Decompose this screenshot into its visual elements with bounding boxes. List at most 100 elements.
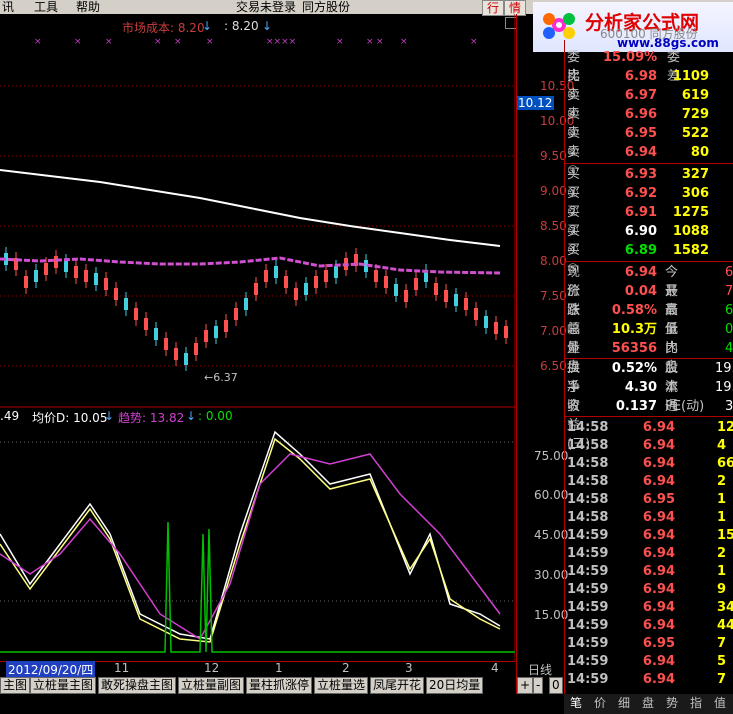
ask-price: 6.95 bbox=[624, 126, 657, 141]
ask-volume: 1109 bbox=[672, 69, 709, 84]
tab-zero-button[interactable]: 0 bbox=[549, 677, 563, 694]
trade-price: 6.94 bbox=[642, 438, 675, 453]
tab-liangzhu[interactable]: 量柱抓涨停 bbox=[246, 677, 313, 694]
trade-price: 6.94 bbox=[642, 618, 675, 633]
menu-item-tools[interactable]: 工具 bbox=[34, 0, 58, 14]
right-tab-detail[interactable]: 细 bbox=[618, 695, 630, 712]
y-label-4: 9.00 bbox=[540, 184, 567, 198]
x-tick-1: 11 bbox=[114, 661, 130, 675]
quote-value-2: 6 bbox=[725, 303, 733, 318]
right-tab-value[interactable]: 值 bbox=[714, 695, 726, 712]
stock-title: 同方股份 bbox=[302, 0, 351, 14]
bid-price: 6.89 bbox=[624, 243, 657, 258]
trade-time: 14:59 bbox=[567, 636, 609, 651]
trade-price: 6.94 bbox=[642, 420, 675, 435]
trade-volume: 1 bbox=[717, 510, 727, 525]
kline-chart[interactable]: × × × × × × ×××× × × × × × ←6.37 bbox=[0, 14, 515, 662]
trade-time: 14:59 bbox=[567, 618, 609, 633]
tab-main[interactable]: 主图 bbox=[0, 677, 31, 694]
svg-text:×: × bbox=[174, 37, 182, 47]
quote-value-2: 19. bbox=[715, 361, 733, 376]
current-price-tag: 10.12 bbox=[516, 96, 555, 110]
trade-price: 6.94 bbox=[642, 582, 675, 597]
right-tab-trend[interactable]: 势 bbox=[666, 695, 678, 712]
tab-lizhuang-main[interactable]: 立桩量主图 bbox=[30, 677, 97, 694]
menu-item-help[interactable]: 帮助 bbox=[76, 0, 100, 14]
ask-price: 6.94 bbox=[624, 145, 657, 160]
trade-status: 交易未登录 bbox=[236, 0, 297, 14]
trade-time: 14:58 bbox=[567, 510, 609, 525]
tab-fengwei[interactable]: 凤尾开花 bbox=[370, 677, 425, 694]
trade-volume: 66 bbox=[717, 456, 733, 471]
divider bbox=[564, 416, 733, 417]
ask-volume: 522 bbox=[681, 126, 709, 141]
quote-value: 0.58% bbox=[611, 303, 657, 318]
quote-value-2: 3 bbox=[725, 399, 733, 414]
ask-price: 6.97 bbox=[624, 88, 657, 103]
bid-price: 6.90 bbox=[624, 224, 657, 239]
header-value: 15.09% bbox=[603, 50, 658, 65]
svg-text:×: × bbox=[376, 37, 384, 47]
trade-price: 6.95 bbox=[642, 636, 675, 651]
bid-price: 6.92 bbox=[624, 186, 657, 201]
right-tab-price[interactable]: 价 bbox=[594, 695, 606, 712]
trade-volume: 15 bbox=[717, 528, 733, 543]
period-label[interactable]: 日线 bbox=[528, 661, 552, 678]
trade-volume: 2 bbox=[717, 474, 727, 489]
tab-lizhuang-sub[interactable]: 立桩量副图 bbox=[178, 677, 245, 694]
quote-value: 0.137 bbox=[615, 399, 657, 414]
trade-time: 14:59 bbox=[567, 672, 609, 687]
divider bbox=[564, 163, 733, 164]
trade-time: 14:59 bbox=[567, 546, 609, 561]
trade-price: 6.94 bbox=[642, 564, 675, 579]
bid-volume: 1088 bbox=[672, 224, 709, 239]
right-tab-index[interactable]: 指 bbox=[690, 695, 702, 712]
bid-volume: 327 bbox=[681, 167, 709, 182]
quote-key-2: PE(动) bbox=[665, 399, 705, 414]
x-tick-2: 12 bbox=[204, 661, 220, 675]
right-tab-trades[interactable]: 笔 bbox=[570, 695, 582, 712]
quote-value-2: 46 bbox=[725, 341, 733, 356]
bid-volume: 306 bbox=[681, 186, 709, 201]
trade-volume: 7 bbox=[717, 672, 727, 687]
quote-value: 56356 bbox=[611, 341, 657, 356]
ask-volume: 729 bbox=[681, 107, 709, 122]
trade-volume: 1 bbox=[717, 564, 727, 579]
trade-volume: 9 bbox=[717, 582, 727, 597]
trade-volume: 2 bbox=[717, 546, 727, 561]
tab-gansi-main[interactable]: 敢死操盘主图 bbox=[98, 677, 177, 694]
tab-lizhuang-select[interactable]: 立桩量选 bbox=[314, 677, 369, 694]
y-label-6: 8.00 bbox=[540, 254, 567, 268]
panel-divider bbox=[516, 14, 517, 694]
trade-time: 14:58 bbox=[567, 420, 609, 435]
low-price-marker: ←6.37 bbox=[204, 371, 238, 384]
bid-volume: 1582 bbox=[672, 243, 709, 258]
trade-time: 14:58 bbox=[567, 456, 609, 471]
svg-text:×: × bbox=[34, 37, 42, 47]
trade-time: 14:59 bbox=[567, 564, 609, 579]
tab-minus-button[interactable]: - bbox=[533, 677, 544, 694]
right-tab-book[interactable]: 盘 bbox=[642, 695, 654, 712]
x-tick-5: 3 bbox=[405, 661, 413, 675]
bid-price: 6.93 bbox=[624, 167, 657, 182]
tab-20day-vol[interactable]: 20日均量 bbox=[426, 677, 484, 694]
x-tick-4: 2 bbox=[342, 661, 350, 675]
quote-value-2: 6 bbox=[725, 265, 733, 280]
trade-volume: 1 bbox=[717, 492, 727, 507]
tab-plus-button[interactable]: + bbox=[517, 677, 534, 694]
bid-volume: 1275 bbox=[672, 205, 709, 220]
quote-value-2: 7 bbox=[725, 284, 733, 299]
logo-flower-icon bbox=[543, 13, 575, 39]
ask-volume: 619 bbox=[681, 88, 709, 103]
trade-price: 6.94 bbox=[642, 546, 675, 561]
trade-price: 6.94 bbox=[642, 474, 675, 489]
trade-price: 6.94 bbox=[642, 528, 675, 543]
menu-item-info[interactable]: 讯 bbox=[2, 0, 14, 14]
sub-label-trend: 趋势: 13.82 bbox=[118, 411, 185, 425]
trade-volume: 34 bbox=[717, 600, 733, 615]
trade-price: 6.94 bbox=[642, 456, 675, 471]
quote-value: 4.30 bbox=[624, 380, 657, 395]
x-tick-3: 1 bbox=[275, 661, 283, 675]
trade-time: 14:58 bbox=[567, 438, 609, 453]
svg-text:×: × bbox=[366, 37, 374, 47]
